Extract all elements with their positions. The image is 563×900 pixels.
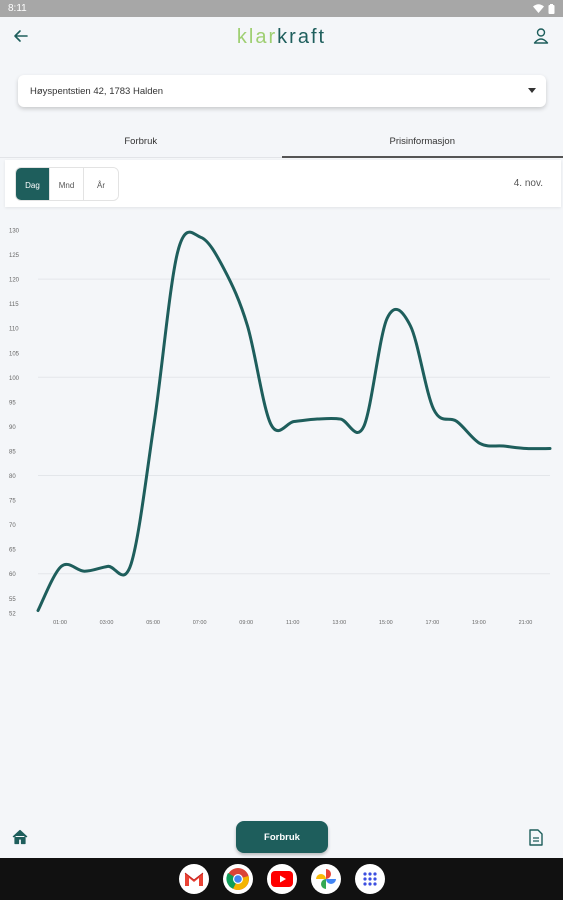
period-month-button[interactable]: Mnd — [50, 168, 84, 200]
y-tick-label: 60 — [9, 572, 16, 578]
x-tick-label: 21:00 — [519, 620, 533, 626]
y-tick-label: 65 — [9, 548, 16, 554]
y-tick-label: 80 — [9, 474, 16, 480]
y-tick-label: 90 — [9, 425, 16, 431]
top-app-bar: klarkraft — [0, 17, 563, 59]
x-tick-label: 01:00 — [53, 620, 67, 626]
price-chart: 52 55 60 65 70 75 80 85 90 95 100 105 110 115 120 125 13… — [9, 229, 552, 626]
home-icon[interactable] — [12, 829, 28, 845]
y-tick-label: 120 — [9, 278, 20, 284]
system-dock — [0, 858, 563, 900]
bottom-nav: Forbruk — [0, 815, 563, 858]
wifi-icon — [533, 4, 544, 13]
tab-forbruk[interactable]: Forbruk — [0, 125, 282, 158]
tab-bar: Forbruk Prisinformasjon — [0, 125, 563, 158]
y-tick-label: 52 — [9, 612, 16, 618]
x-tick-label: 13:00 — [332, 620, 346, 626]
battery-icon — [548, 3, 555, 14]
profile-icon[interactable] — [531, 26, 551, 46]
app-logo: klarkraft — [0, 26, 563, 49]
gmail-icon[interactable] — [178, 864, 209, 894]
x-tick-label: 15:00 — [379, 620, 393, 626]
y-tick-label: 55 — [9, 597, 16, 603]
y-tick-label: 125 — [9, 253, 20, 259]
tab-prisinformasjon[interactable]: Prisinformasjon — [281, 125, 563, 158]
price-line-series — [36, 230, 552, 613]
y-tick-label: 70 — [9, 523, 16, 529]
x-tick-label: 11:00 — [286, 620, 299, 626]
chevron-down-icon — [528, 88, 536, 93]
y-tick-label: 100 — [9, 376, 20, 382]
photos-icon[interactable] — [310, 864, 341, 894]
y-tick-label: 105 — [9, 351, 20, 357]
status-icons — [533, 3, 555, 14]
youtube-icon[interactable] — [266, 864, 297, 894]
x-tick-label: 17:00 — [425, 620, 439, 626]
x-tick-label: 09:00 — [239, 620, 253, 626]
period-toggle-group: Dag Mnd År — [15, 167, 119, 201]
x-tick-label: 07:00 — [193, 620, 207, 626]
y-tick-label: 75 — [9, 499, 16, 505]
y-tick-label: 130 — [9, 229, 20, 235]
period-year-button[interactable]: År — [84, 168, 118, 200]
x-tick-label: 03:00 — [100, 620, 114, 626]
y-tick-label: 110 — [9, 327, 19, 333]
x-tick-label: 05:00 — [146, 620, 160, 626]
selected-date[interactable]: 4. nov. — [514, 178, 543, 189]
chrome-icon[interactable] — [222, 864, 253, 894]
x-tick-label: 19:00 — [472, 620, 486, 626]
status-time: 8:11 — [8, 3, 27, 14]
address-value: Høyspentstien 42, 1783 Halden — [30, 85, 164, 97]
period-selector-bar: Dag Mnd År 4. nov. — [5, 160, 561, 207]
period-day-button[interactable]: Dag — [16, 168, 50, 200]
forbruk-button[interactable]: Forbruk — [236, 821, 328, 853]
status-bar: 8:11 — [0, 0, 563, 17]
document-icon[interactable] — [529, 829, 543, 846]
y-tick-label: 115 — [9, 302, 19, 308]
address-dropdown[interactable]: Høyspentstien 42, 1783 Halden — [18, 75, 546, 107]
logo-part-klar: klar — [236, 26, 278, 48]
y-tick-label: 85 — [9, 449, 16, 455]
logo-part-kraft: kraft — [277, 26, 327, 48]
apps-icon[interactable] — [354, 864, 385, 894]
y-tick-label: 95 — [9, 400, 16, 406]
